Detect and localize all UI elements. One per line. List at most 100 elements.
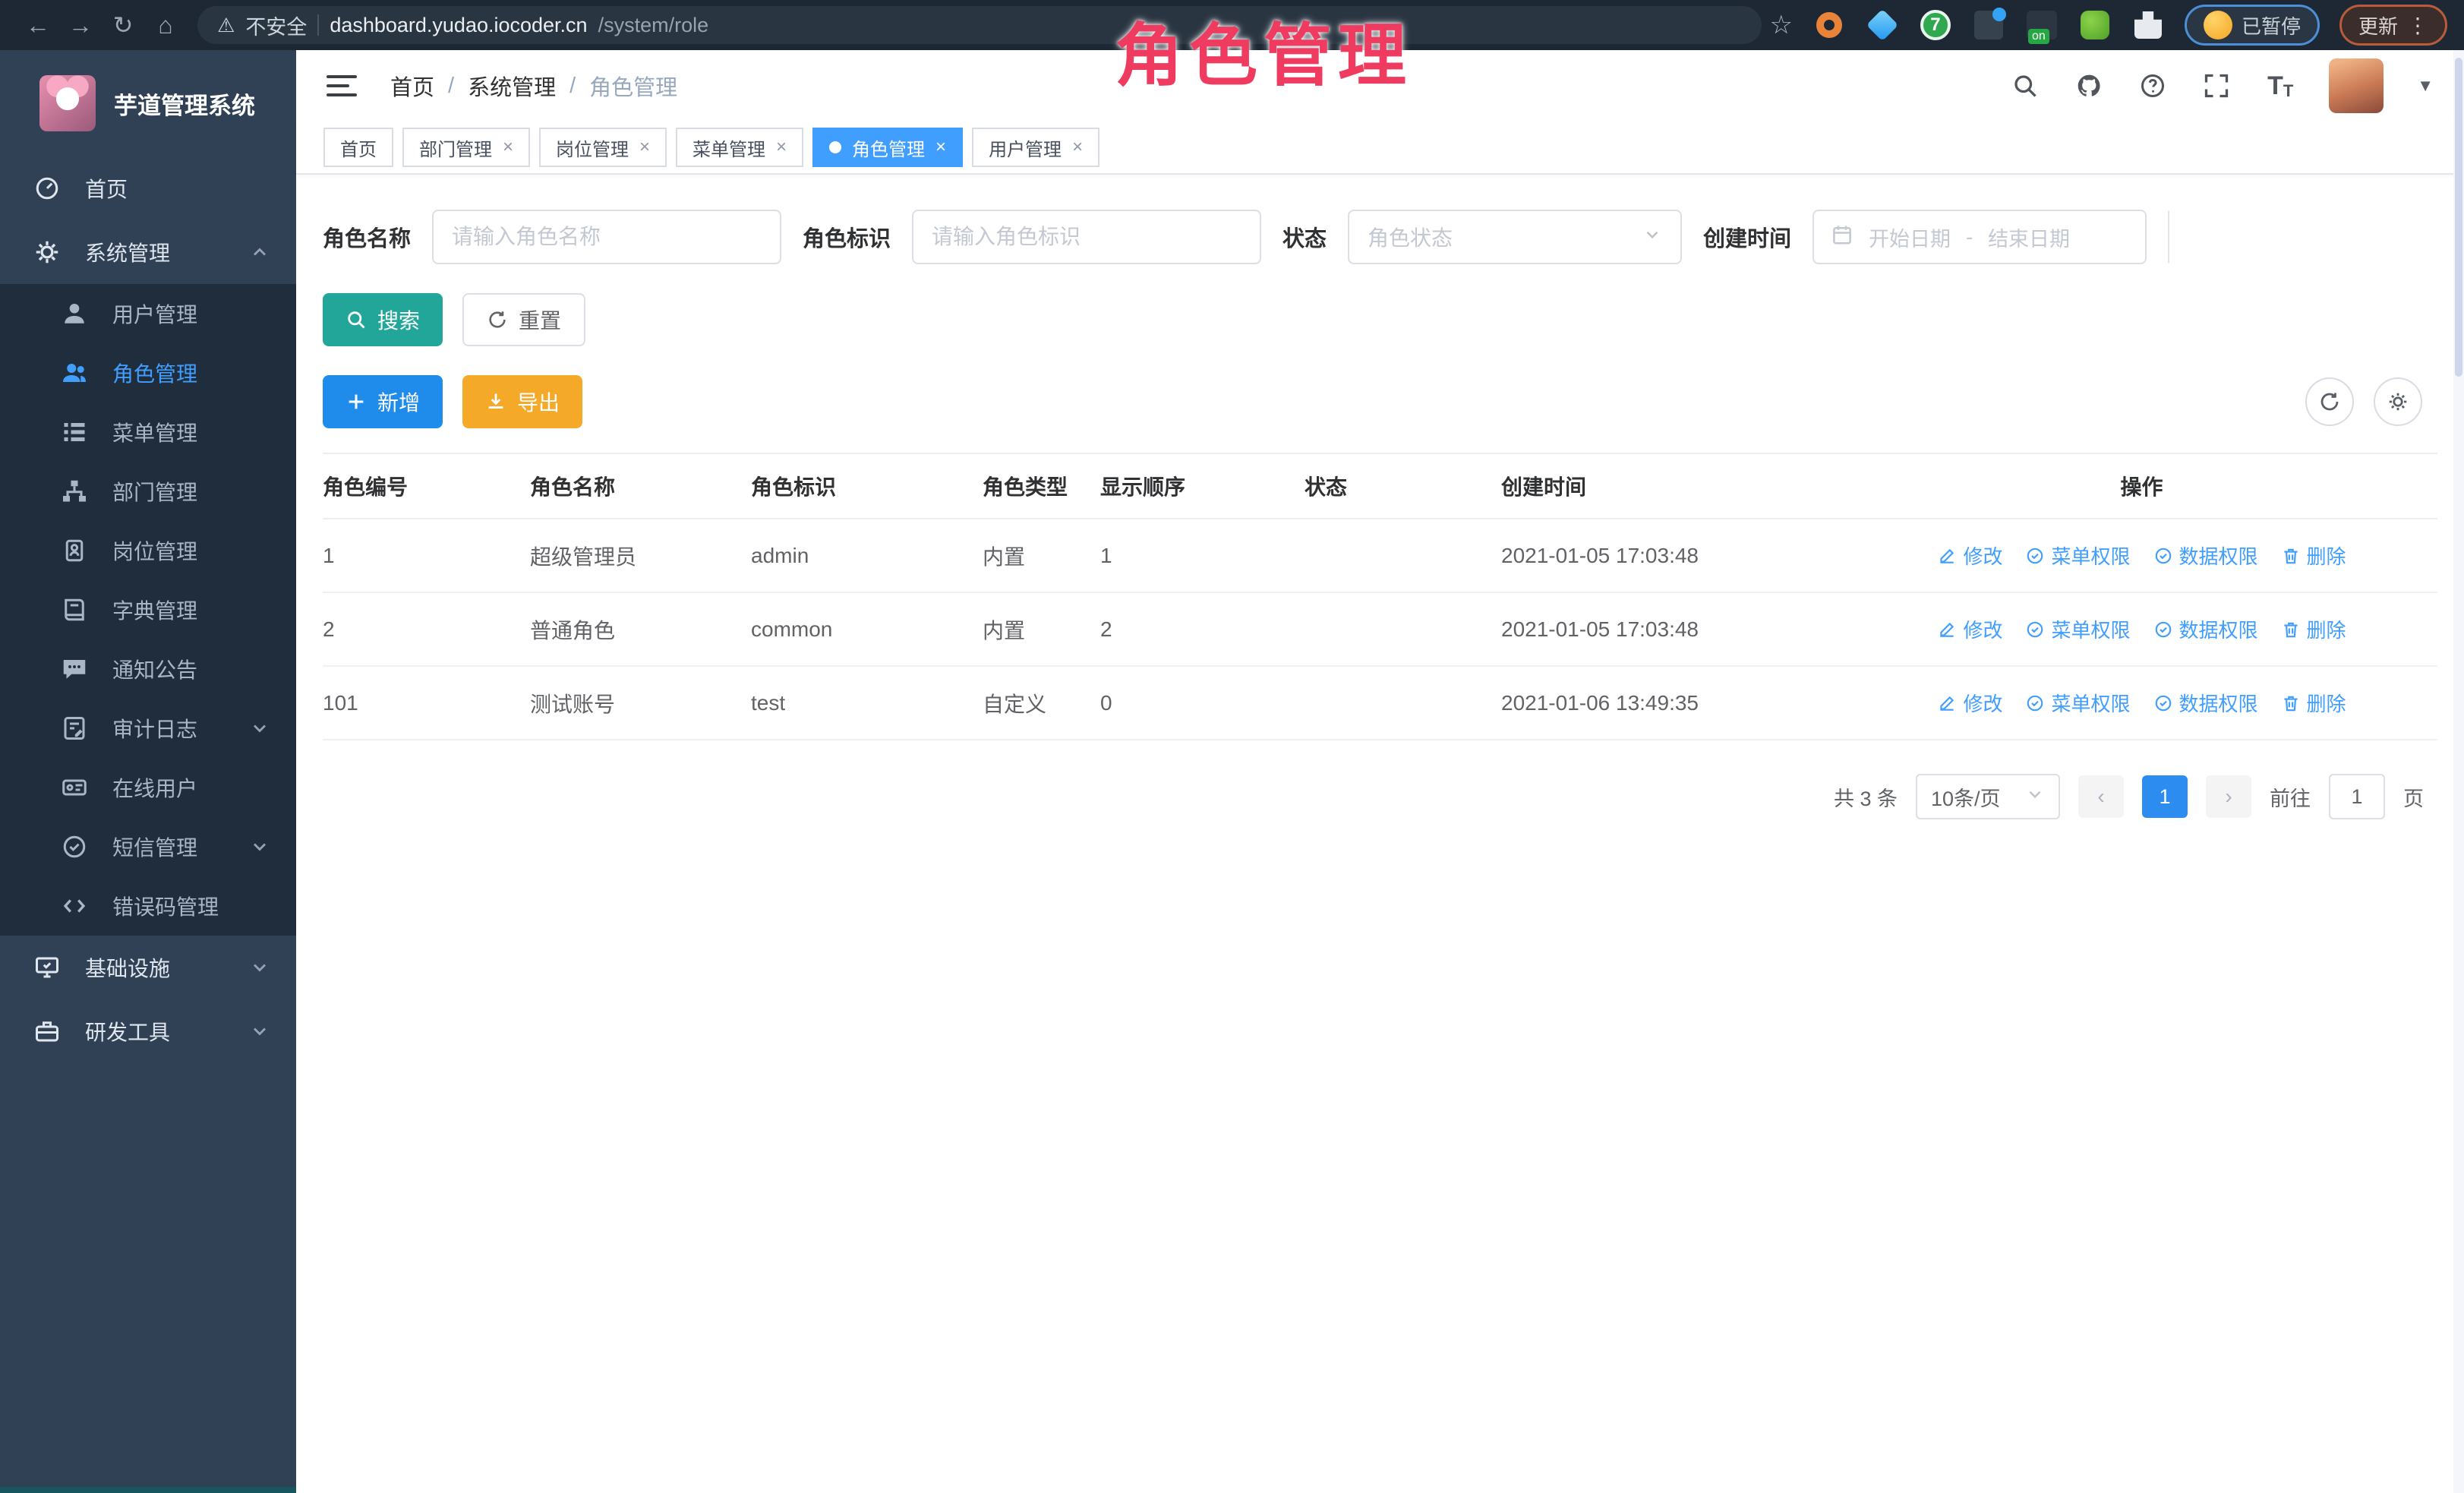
browser-back-icon[interactable]: ← [17,11,59,39]
edit-link[interactable]: 修改 [1937,541,2002,570]
font-size-icon[interactable]: TT [2265,71,2295,101]
sidebar-item-label: 审计日志 [112,713,197,743]
close-icon[interactable]: × [935,138,946,156]
sidebar-item-role-mgmt[interactable]: 角色管理 [0,343,296,402]
close-icon[interactable]: × [1072,138,1083,156]
date-range-picker[interactable]: 开始日期 - 结束日期 [1813,210,2147,264]
sidebar-item-audit-log[interactable]: 审计日志 [0,699,296,758]
form-divider [2168,211,2169,263]
table-row: 101 测试账号 test 自定义 0 2021-01-06 13:49:35 … [323,667,2437,740]
delete-link[interactable]: 删除 [2281,615,2346,643]
sidebar-item-menu-mgmt[interactable]: 菜单管理 [0,402,296,462]
sidebar-item-user-mgmt[interactable]: 用户管理 [0,284,296,343]
goto-page-input[interactable] [2329,774,2385,819]
sidebar-item-infra[interactable]: 基础设施 [0,936,296,999]
address-divider [317,14,319,36]
data-perm-link[interactable]: 数据权限 [2153,541,2258,570]
sidebar-item-devtools[interactable]: 研发工具 [0,999,296,1063]
sidebar-item-sms-mgmt[interactable]: 短信管理 [0,817,296,876]
next-page-button[interactable]: › [2206,775,2251,818]
fullscreen-icon[interactable] [2201,71,2232,101]
address-bar[interactable]: ⚠ 不安全 dashboard.yudao.iocoder.cn/system/… [197,6,1762,44]
cell-role-key: common [751,617,983,642]
extension-switch-on-icon[interactable] [2025,8,2059,42]
extension-grid-icon[interactable] [1972,8,2005,42]
page-scrollbar[interactable] [2453,50,2464,1493]
search-icon[interactable] [2010,71,2040,101]
cell-role-name: 测试账号 [530,688,751,718]
tab-home[interactable]: 首页 [323,128,393,167]
menu-perm-link[interactable]: 菜单权限 [2025,615,2130,643]
extension-gem-icon[interactable] [1866,8,1899,42]
role-name-input[interactable] [432,210,781,264]
menu-perm-link[interactable]: 菜单权限 [2025,689,2130,717]
github-icon[interactable] [2074,71,2104,101]
page-size-select[interactable]: 10条/页 [1916,774,2060,819]
role-name-label: 角色名称 [323,221,411,253]
sidebar-item-home[interactable]: 首页 [0,156,296,220]
close-icon[interactable]: × [503,138,513,156]
table-header-row: 角色编号 角色名称 角色标识 角色类型 显示顺序 状态 创建时间 操作 [323,454,2437,519]
column-settings-icon[interactable] [2374,377,2422,426]
sidebar-item-post-mgmt[interactable]: 岗位管理 [0,521,296,580]
book-icon [59,595,90,625]
extension-adblock-icon[interactable] [1813,8,1846,42]
tab-post-mgmt[interactable]: 岗位管理× [539,128,667,167]
delete-link[interactable]: 删除 [2281,541,2346,570]
breadcrumb-home[interactable]: 首页 [390,70,434,102]
status-select[interactable]: 角色状态 [1348,210,1682,264]
update-button[interactable]: 更新 ⋮ [2339,5,2447,46]
extension-green-app-icon[interactable] [2078,8,2112,42]
sidebar-item-system[interactable]: 系统管理 [0,220,296,284]
breadcrumb-system[interactable]: 系统管理 [468,70,556,102]
delete-link[interactable]: 删除 [2281,689,2346,717]
search-button[interactable]: 搜索 [323,293,443,346]
close-icon[interactable]: × [776,138,787,156]
reset-button[interactable]: 重置 [462,293,585,346]
browser-forward-icon[interactable]: → [59,11,102,39]
page-1-button[interactable]: 1 [2142,775,2188,818]
refresh-icon[interactable] [2305,377,2354,426]
add-button[interactable]: 新增 [323,375,443,428]
avatar-caret-icon[interactable]: ▼ [2417,76,2434,96]
user-avatar[interactable] [2329,58,2384,113]
edit-link[interactable]: 修改 [1937,689,2002,717]
sidebar-item-dept-mgmt[interactable]: 部门管理 [0,462,296,521]
close-icon[interactable]: × [639,138,650,156]
sidebar-item-notice[interactable]: 通知公告 [0,639,296,699]
chrome-menu-dots-icon[interactable]: ⋮ [2407,13,2428,38]
extensions-puzzle-icon[interactable] [2131,8,2165,42]
row-actions: 修改 菜单权限 数据权限 删除 [1858,615,2437,643]
export-button[interactable]: 导出 [462,375,582,428]
cell-role-type: 内置 [983,614,1100,645]
sidebar-item-online-users[interactable]: 在线用户 [0,758,296,817]
filter-form: 角色名称 角色标识 状态 角色状态 创建时间 开始日期 - 结束日期 [323,210,2437,264]
data-perm-link[interactable]: 数据权限 [2153,615,2258,643]
sidebar-item-dict-mgmt[interactable]: 字典管理 [0,580,296,639]
sidebar-logo[interactable]: 芋道管理系统 [0,50,296,156]
profile-paused-pill[interactable]: 已暂停 [2185,5,2320,46]
bookmark-star-icon[interactable]: ☆ [1769,10,1792,40]
role-key-input[interactable] [912,210,1261,264]
sidebar-item-label: 字典管理 [112,595,197,625]
chevron-up-icon [249,241,270,263]
badge-icon [59,535,90,566]
sidebar-submenu-system: 用户管理 角色管理 菜单管理 部门管理 岗位管理 字典管理 [0,284,296,936]
tab-menu-mgmt[interactable]: 菜单管理× [676,128,803,167]
hamburger-icon[interactable] [327,75,357,96]
cell-role-id: 1 [323,544,530,568]
col-role-id: 角色编号 [323,471,530,501]
prev-page-button[interactable]: ‹ [2078,775,2124,818]
menu-perm-link[interactable]: 菜单权限 [2025,541,2130,570]
tab-dept-mgmt[interactable]: 部门管理× [402,128,530,167]
tab-role-mgmt[interactable]: 角色管理× [812,128,963,167]
browser-reload-icon[interactable]: ↻ [102,11,144,39]
sidebar-item-label: 系统管理 [85,237,170,267]
help-icon[interactable] [2137,71,2168,101]
extension-green-badge-icon[interactable]: 7 [1919,8,1952,42]
browser-home-icon[interactable]: ⌂ [144,11,187,39]
edit-link[interactable]: 修改 [1937,615,2002,643]
data-perm-link[interactable]: 数据权限 [2153,689,2258,717]
tab-user-mgmt[interactable]: 用户管理× [972,128,1099,167]
sidebar-item-errcode-mgmt[interactable]: 错误码管理 [0,876,296,936]
